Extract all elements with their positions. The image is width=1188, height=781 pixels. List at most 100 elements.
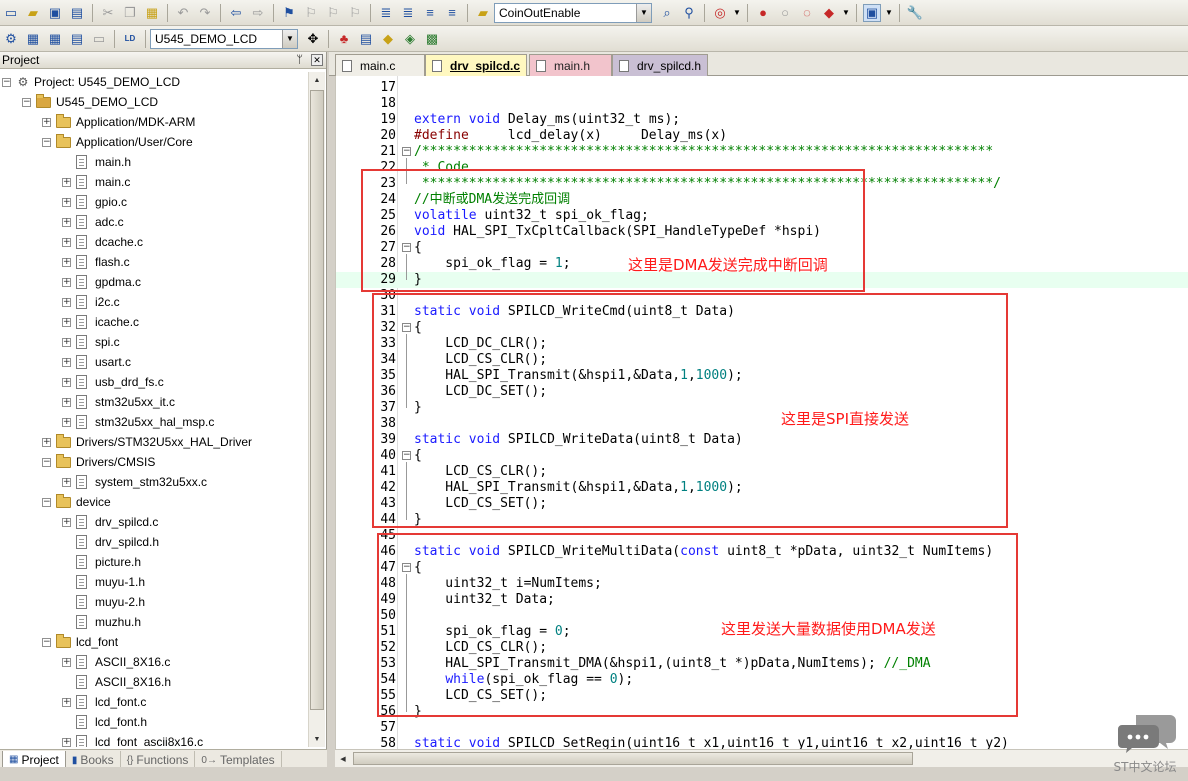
tree-folder[interactable]: − lcd_font xyxy=(42,632,118,652)
tree-file[interactable]: muyu-1.h xyxy=(62,572,145,592)
expand-icon[interactable]: + xyxy=(62,697,71,707)
find-in-files-icon[interactable]: ▰ xyxy=(474,4,492,22)
uncomment-icon[interactable]: ≡ xyxy=(443,4,461,22)
tree-file[interactable]: + gpdma.c xyxy=(62,272,141,292)
tree-file[interactable]: + i2c.c xyxy=(62,292,120,312)
close-icon[interactable]: ✕ xyxy=(311,54,323,66)
tree-file[interactable]: muyu-2.h xyxy=(62,592,145,612)
expand-icon[interactable]: + xyxy=(62,317,71,327)
code-line[interactable]: 17 xyxy=(336,80,1188,96)
tree-file[interactable]: + gpio.c xyxy=(62,192,127,212)
expand-icon[interactable]: + xyxy=(62,397,71,407)
pack-installer-icon[interactable]: ◆ xyxy=(379,30,397,48)
expand-icon[interactable]: + xyxy=(62,357,71,367)
expand-icon[interactable]: + xyxy=(62,657,71,667)
tree-file[interactable]: + stm32u5xx_it.c xyxy=(62,392,175,412)
scroll-left-icon[interactable]: ◀ xyxy=(336,751,350,766)
copy-icon[interactable]: ❐ xyxy=(121,4,139,22)
stop-build-icon[interactable]: ▭ xyxy=(90,30,108,48)
expand-icon[interactable]: + xyxy=(62,297,71,307)
target-options-icon[interactable]: ✥ xyxy=(304,30,322,48)
breakpoints-window-icon[interactable]: ◆ xyxy=(820,4,838,22)
open-folder-icon[interactable]: ▰ xyxy=(24,4,42,22)
code-line[interactable]: 19 extern void Delay_ms(uint32_t ms); xyxy=(336,112,1188,128)
tree-file[interactable]: + spi.c xyxy=(62,332,120,352)
clear-bookmarks-icon[interactable]: ⚐ xyxy=(346,4,364,22)
code-line[interactable]: 18 xyxy=(336,96,1188,112)
expand-icon[interactable]: + xyxy=(62,417,71,427)
batch-build-icon[interactable]: ▤ xyxy=(68,30,86,48)
tree-file[interactable]: + lcd_font.c xyxy=(62,692,146,712)
tree-scrollbar[interactable]: ▲ ▼ xyxy=(308,72,325,747)
expand-icon[interactable]: + xyxy=(62,217,71,227)
collapse-icon[interactable]: − xyxy=(42,497,51,507)
expand-icon[interactable]: + xyxy=(62,237,71,247)
select-software-packs-icon[interactable]: ▩ xyxy=(423,30,441,48)
tree-file[interactable]: + adc.c xyxy=(62,212,124,232)
cut-icon[interactable]: ✂ xyxy=(99,4,117,22)
breakpoints-dropdown-icon[interactable]: ▼ xyxy=(842,4,850,22)
tree-file[interactable]: + flash.c xyxy=(62,252,130,272)
expand-icon[interactable]: + xyxy=(62,337,71,347)
tree-file[interactable]: + main.c xyxy=(62,172,130,192)
tab-drv-spilcd-c[interactable]: drv_spilcd.c xyxy=(425,54,527,77)
tree-file[interactable]: + usb_drd_fs.c xyxy=(62,372,164,392)
tree-file[interactable]: + icache.c xyxy=(62,312,139,332)
debug-icon[interactable]: ◎ xyxy=(711,4,729,22)
tab-main-h[interactable]: main.h xyxy=(529,54,612,76)
kill-breakpoints-icon[interactable]: ◌ xyxy=(798,4,816,22)
tree-folder[interactable]: + Drivers/STM32U5xx_HAL_Driver xyxy=(42,432,252,452)
tree-root[interactable]: − ⚙ Project: U545_DEMO_LCD xyxy=(2,72,180,92)
tree-file[interactable]: + drv_spilcd.c xyxy=(62,512,158,532)
build-icon[interactable]: ▦ xyxy=(24,30,42,48)
disable-breakpoint-icon[interactable]: ○ xyxy=(776,4,794,22)
indent-icon[interactable]: ≣ xyxy=(377,4,395,22)
comment-icon[interactable]: ≡ xyxy=(421,4,439,22)
unindent-icon[interactable]: ≣ xyxy=(399,4,417,22)
breakpoint-icon[interactable]: ● xyxy=(754,4,772,22)
expand-icon[interactable]: + xyxy=(42,437,51,447)
tree-folder[interactable]: − Application/User/Core xyxy=(42,132,193,152)
collapse-icon[interactable]: − xyxy=(22,97,31,107)
tree-file[interactable]: drv_spilcd.h xyxy=(62,532,159,552)
nav-back-icon[interactable]: ⇦ xyxy=(227,4,245,22)
collapse-icon[interactable]: − xyxy=(2,77,11,87)
expand-icon[interactable]: + xyxy=(62,277,71,287)
rebuild-icon[interactable]: ▦ xyxy=(46,30,64,48)
tree-folder[interactable]: + Application/MDK-ARM xyxy=(42,112,195,132)
expand-icon[interactable]: + xyxy=(62,737,71,747)
next-bookmark-icon[interactable]: ⚐ xyxy=(324,4,342,22)
code-line[interactable]: 21−/************************************… xyxy=(336,144,1188,160)
tree-folder[interactable]: − Drivers/CMSIS xyxy=(42,452,155,472)
expand-icon[interactable]: + xyxy=(62,477,71,487)
run-time-env-icon[interactable]: ◈ xyxy=(401,30,419,48)
manage-components-icon[interactable]: ♣ xyxy=(335,30,353,48)
tab-main-c[interactable]: main.c xyxy=(335,54,425,76)
nav-forward-icon[interactable]: ⇨ xyxy=(249,4,267,22)
tree-file[interactable]: + dcache.c xyxy=(62,232,143,252)
save-icon[interactable]: ▣ xyxy=(46,4,64,22)
expand-icon[interactable]: + xyxy=(62,517,71,527)
scroll-up-icon[interactable]: ▲ xyxy=(310,72,324,88)
tree-file[interactable]: + lcd_font_ascii8x16.c xyxy=(62,732,203,747)
tree-file[interactable]: + ASCII_8X16.c xyxy=(62,652,170,672)
expand-icon[interactable]: + xyxy=(62,177,71,187)
find-icon[interactable]: ⌕ xyxy=(658,4,676,22)
code-editor[interactable]: 17 18 19 extern void Delay_ms(uint32_t ms);… xyxy=(335,76,1188,749)
scrollbar-thumb[interactable] xyxy=(310,90,324,710)
collapse-icon[interactable]: − xyxy=(42,637,51,647)
bookmark-icon[interactable]: ⚑ xyxy=(280,4,298,22)
scrollbar-thumb[interactable] xyxy=(353,752,913,765)
paste-icon[interactable]: ▦ xyxy=(143,4,161,22)
undo-icon[interactable]: ↶ xyxy=(174,4,192,22)
tree-file[interactable]: muzhu.h xyxy=(62,612,141,632)
tab-drv-spilcd-h[interactable]: drv_spilcd.h xyxy=(612,54,708,76)
tree-file[interactable]: picture.h xyxy=(62,552,141,572)
tree-file[interactable]: main.h xyxy=(62,152,131,172)
editor-horizontal-scrollbar[interactable]: ◀ xyxy=(335,749,1188,767)
incremental-find-icon[interactable]: ⚲ xyxy=(680,4,698,22)
expand-icon[interactable]: + xyxy=(62,197,71,207)
code-line[interactable]: 58 static void SPILCD_SetRegin(uint16_t x… xyxy=(336,736,1188,749)
save-all-icon[interactable]: ▤ xyxy=(68,4,86,22)
window-layout-icon[interactable]: ▣ xyxy=(863,3,881,22)
